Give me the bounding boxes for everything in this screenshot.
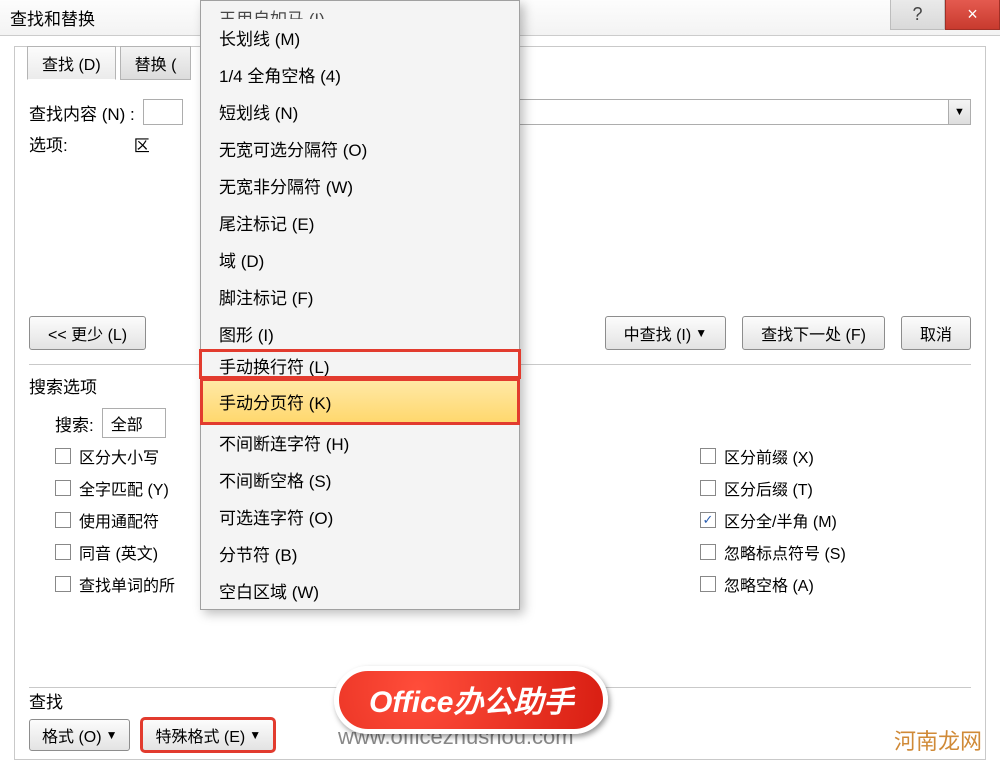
titlebar-buttons: ? × xyxy=(890,0,1000,36)
search-label: 搜索: xyxy=(55,411,94,436)
special-label: 特殊格式 (E) xyxy=(155,723,245,747)
menu-item[interactable]: 不间断连字符 (H) xyxy=(201,424,519,461)
chevron-down-icon: ▼ xyxy=(106,728,118,742)
options-value: 区 xyxy=(134,132,150,156)
menu-item[interactable]: 脚注标记 (F) xyxy=(201,278,519,315)
check-punct[interactable]: 忽略标点符号 (S) xyxy=(700,540,971,564)
check-prefix[interactable]: 区分前缀 (X) xyxy=(700,444,971,468)
chevron-down-icon: ▼ xyxy=(695,326,707,340)
check-fullhalf[interactable]: ✓区分全/半角 (M) xyxy=(700,508,971,532)
tab-find[interactable]: 查找 (D) xyxy=(27,46,116,80)
checkbox-icon xyxy=(55,544,71,560)
check-suffix[interactable]: 区分后缀 (T) xyxy=(700,476,971,500)
menu-item[interactable]: 1/4 全角空格 (4) xyxy=(201,56,519,93)
close-button[interactable]: × xyxy=(945,0,1000,30)
help-button[interactable]: ? xyxy=(890,0,945,30)
menu-item-manual-page-break[interactable]: 手动分页符 (K) xyxy=(201,379,519,424)
menu-highlight-box-top: 手动换行符 (L) xyxy=(201,351,519,377)
find-in-button[interactable]: 中查找 (I) ▼ xyxy=(605,316,726,350)
menu-item[interactable]: 图形 (I) xyxy=(201,315,519,352)
cancel-button[interactable]: 取消 xyxy=(901,316,971,350)
checks-right: 区分前缀 (X) 区分后缀 (T) ✓区分全/半角 (M) 忽略标点符号 (S)… xyxy=(500,444,971,596)
find-in-label: 中查找 (I) xyxy=(624,321,692,345)
checkbox-icon xyxy=(700,480,716,496)
menu-item[interactable]: 分节符 (B) xyxy=(201,535,519,572)
menu-item[interactable]: 空白区域 (W) xyxy=(201,572,519,605)
find-what-label: 查找内容 (N) : xyxy=(29,100,135,125)
checkbox-icon xyxy=(55,512,71,528)
menu-item[interactable]: 不间断空格 (S) xyxy=(201,461,519,498)
options-label: 选项: xyxy=(29,131,68,156)
find-input-left[interactable] xyxy=(143,99,183,125)
watermark-pill: Office办公助手 xyxy=(334,666,608,734)
find-combo[interactable]: ▼ xyxy=(491,99,971,125)
checkbox-icon xyxy=(700,544,716,560)
chevron-down-icon[interactable]: ▼ xyxy=(948,100,970,124)
checkbox-icon xyxy=(55,576,71,592)
chevron-down-icon: ▼ xyxy=(249,728,261,742)
menu-item[interactable]: 长划线 (M) xyxy=(201,19,519,56)
special-format-menu: 王用自如马 (I) 长划线 (M) 1/4 全角空格 (4) 短划线 (N) 无… xyxy=(200,0,520,610)
find-next-button[interactable]: 查找下一处 (F) xyxy=(742,316,885,350)
checkbox-icon: ✓ xyxy=(700,512,716,528)
search-scope-select[interactable]: 全部 xyxy=(102,408,166,438)
watermark-corner: 河南龙网 xyxy=(894,724,982,756)
tab-replace[interactable]: 替换 ( xyxy=(120,46,192,80)
menu-item[interactable]: 无宽非分隔符 (W) xyxy=(201,167,519,204)
menu-item[interactable]: 短划线 (N) xyxy=(201,93,519,130)
check-space[interactable]: 忽略空格 (A) xyxy=(700,572,971,596)
less-button[interactable]: << 更少 (L) xyxy=(29,316,146,350)
format-label: 格式 (O) xyxy=(42,723,102,747)
special-format-button[interactable]: 特殊格式 (E) ▼ xyxy=(142,719,274,751)
menu-item-cut[interactable]: 王用自如马 (I) xyxy=(201,5,519,19)
menu-item[interactable]: 无宽可选分隔符 (O) xyxy=(201,130,519,167)
checkbox-icon xyxy=(55,480,71,496)
window-title: 查找和替换 xyxy=(10,5,95,30)
menu-item[interactable]: 域 (D) xyxy=(201,241,519,278)
checkbox-icon xyxy=(700,448,716,464)
menu-item[interactable]: 可选连字符 (O) xyxy=(201,498,519,535)
checkbox-icon xyxy=(55,448,71,464)
menu-item[interactable]: 尾注标记 (E) xyxy=(201,204,519,241)
format-button[interactable]: 格式 (O) ▼ xyxy=(29,719,130,751)
checkbox-icon xyxy=(700,576,716,592)
